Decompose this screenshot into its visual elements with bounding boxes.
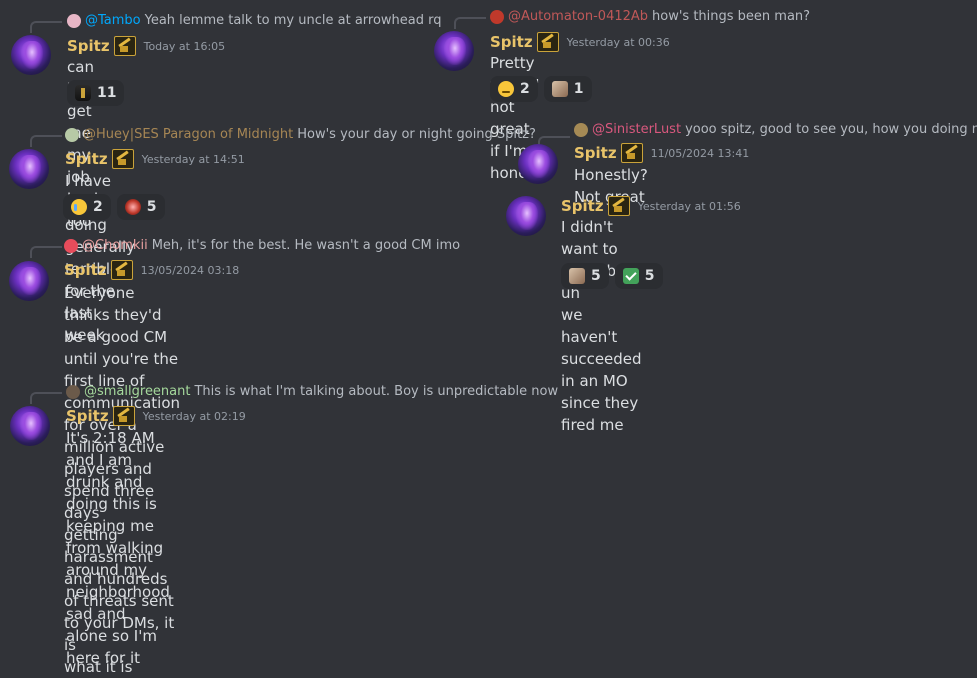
avatar[interactable] — [10, 406, 50, 446]
reply-author[interactable]: @Automaton-0412Ab — [508, 9, 648, 24]
username[interactable]: Spitz — [561, 197, 604, 215]
reply-preview[interactable]: @Huey|SES Paragon of Midnight How's your… — [65, 127, 536, 142]
reaction-count: 5 — [146, 199, 157, 215]
reaction[interactable]: 2 — [63, 194, 111, 220]
reply-preview[interactable]: @SinisterLust yooo spitz, good to see yo… — [574, 122, 977, 137]
avatar[interactable] — [506, 196, 546, 236]
timestamp: Today at 16:05 — [143, 39, 226, 53]
reactions: 2 5 — [63, 194, 165, 220]
reaction[interactable]: 1 — [543, 76, 592, 102]
reply-connector — [454, 17, 486, 29]
unamused-face-icon — [498, 81, 514, 97]
message-header: Spitz Today at 16:05 — [67, 36, 225, 56]
timestamp: Yesterday at 02:19 — [142, 409, 246, 423]
reply-preview[interactable]: @Automaton-0412Ab how's things been man? — [490, 9, 810, 24]
reply-preview[interactable]: @smallgreenant This is what I'm talking … — [66, 384, 558, 399]
reaction-count: 2 — [520, 81, 530, 97]
role-icon — [110, 260, 133, 280]
reaction-count: 5 — [644, 268, 655, 284]
message-header: Spitz 13/05/2024 03:18 — [64, 260, 239, 280]
message-line: around my neighborhood sad and alone so … — [66, 561, 170, 667]
role-icon — [536, 32, 559, 52]
message-line: we haven't succeeded in an MO since they… — [561, 306, 642, 434]
reply-connector — [30, 392, 62, 404]
portrait-icon — [569, 268, 585, 284]
reply-avatar — [574, 122, 588, 137]
reply-text: yooo spitz, good to see you, how you doi… — [685, 122, 977, 137]
reaction-count: 11 — [97, 85, 117, 101]
reactions: 11 — [67, 80, 125, 106]
reply-text: Meh, it's for the best. He wasn't a good… — [151, 238, 461, 253]
avatar[interactable] — [434, 31, 474, 71]
message-header: Spitz Yesterday at 01:56 — [561, 196, 741, 216]
reactions: 2 1 — [490, 76, 592, 102]
message-line: It's 2:18 AM and I am drunk and doing th… — [66, 429, 164, 557]
reaction[interactable]: 5 — [614, 263, 663, 289]
reaction[interactable]: 11 — [67, 80, 125, 106]
message-header: Spitz Yesterday at 14:51 — [65, 149, 245, 169]
reply-connector — [30, 21, 62, 33]
reply-author[interactable]: @smallgreenant — [84, 384, 190, 399]
portrait-icon — [551, 81, 568, 97]
username[interactable]: Spitz — [64, 261, 107, 279]
reaction[interactable]: 5 — [561, 263, 609, 289]
timestamp: 13/05/2024 03:18 — [140, 263, 240, 277]
message-line: Everyone thinks they'd be a good CM unti… — [64, 284, 179, 390]
reply-text: This is what I'm talking about. Boy is u… — [194, 384, 559, 399]
role-icon — [112, 406, 135, 426]
reply-author[interactable]: @Tambo — [85, 13, 141, 28]
reply-text: Yeah lemme talk to my uncle at arrowhead… — [144, 13, 442, 28]
message-header: Spitz Yesterday at 00:36 — [490, 32, 670, 52]
message-header: Spitz 11/05/2024 13:41 — [574, 143, 749, 163]
reply-author[interactable]: @Huey|SES Paragon of Midnight — [83, 127, 293, 142]
reaction-count: 2 — [93, 199, 103, 215]
username[interactable]: Spitz — [490, 33, 533, 51]
reply-avatar — [65, 127, 79, 142]
timestamp: Yesterday at 01:56 — [637, 199, 741, 213]
username[interactable]: Spitz — [65, 150, 108, 168]
reaction[interactable]: 2 — [490, 76, 538, 102]
reactions: 5 5 — [561, 263, 663, 289]
reply-author[interactable]: @Chomkii — [82, 238, 148, 253]
role-icon — [620, 143, 643, 163]
role-icon — [607, 196, 630, 216]
reaction-count: 5 — [591, 268, 601, 284]
timestamp: 11/05/2024 13:41 — [650, 146, 750, 160]
reply-author[interactable]: @SinisterLust — [592, 122, 681, 137]
reply-preview[interactable]: @Tambo Yeah lemme talk to my uncle at ar… — [67, 13, 442, 28]
message-header: Spitz Yesterday at 02:19 — [66, 406, 246, 426]
role-icon — [111, 149, 134, 169]
message-line: I didn't want to say it but uh — [561, 218, 631, 302]
reply-connector — [30, 135, 62, 147]
reply-avatar — [67, 13, 81, 28]
reply-avatar — [66, 384, 80, 399]
reaction-count: 1 — [573, 81, 584, 97]
reply-text: how's things been man? — [652, 9, 811, 24]
reaction[interactable]: 5 — [116, 194, 165, 220]
message-content: I didn't want to say it but uh we haven'… — [561, 216, 642, 436]
reply-avatar — [64, 238, 78, 253]
reply-text: How's your day or night going Spitz? — [297, 127, 536, 142]
reply-preview[interactable]: @Chomkii Meh, it's for the best. He wasn… — [64, 238, 460, 253]
avatar[interactable] — [518, 144, 558, 184]
username[interactable]: Spitz — [67, 37, 110, 55]
message-content: It's 2:18 AM and I am drunk and doing th… — [66, 427, 170, 669]
check-mark-icon — [622, 268, 639, 284]
username[interactable]: Spitz — [574, 144, 617, 162]
role-icon — [113, 36, 136, 56]
helldiver-figure-icon — [75, 85, 91, 101]
avatar[interactable] — [11, 35, 51, 75]
crying-face-icon — [71, 199, 87, 215]
reply-avatar — [490, 9, 504, 24]
reply-connector — [30, 246, 62, 258]
username[interactable]: Spitz — [66, 407, 109, 425]
avatar[interactable] — [9, 149, 49, 189]
timestamp: Yesterday at 14:51 — [141, 152, 245, 166]
timestamp: Yesterday at 00:36 — [566, 35, 670, 49]
fire-icon — [124, 199, 141, 215]
avatar[interactable] — [9, 261, 49, 301]
